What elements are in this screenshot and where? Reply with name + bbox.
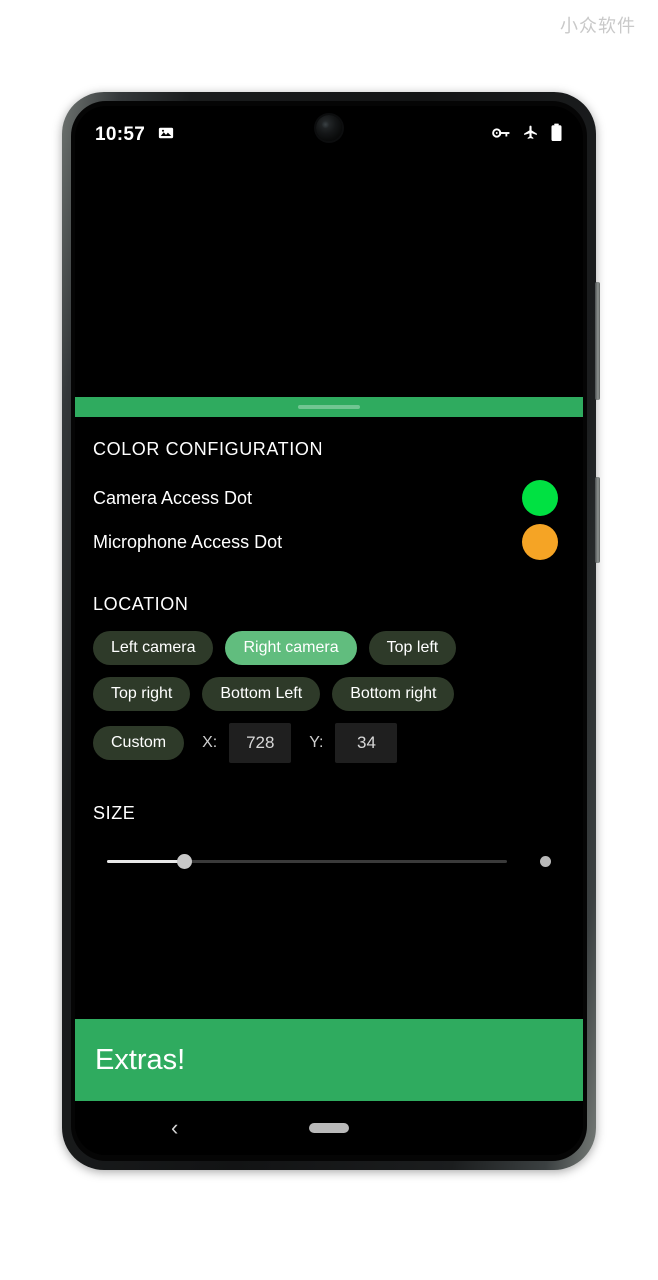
custom-x-label: X: <box>202 734 218 751</box>
image-icon <box>157 124 175 147</box>
chip-left-camera[interactable]: Left camera <box>93 631 214 665</box>
phone-frame: 10:57 COLOR CONFIGURATION Camera Access … <box>62 92 600 1170</box>
drag-grip-icon <box>298 405 360 409</box>
size-slider[interactable] <box>93 840 565 882</box>
sheet-content: COLOR CONFIGURATION Camera Access Dot Mi… <box>75 417 583 1019</box>
phone-screen: 10:57 COLOR CONFIGURATION Camera Access … <box>75 106 583 1155</box>
sheet-drag-handle[interactable] <box>75 397 583 417</box>
status-bar-notification-icons <box>157 124 175 147</box>
microphone-access-dot-color-swatch[interactable] <box>522 524 558 560</box>
battery-icon <box>550 123 563 147</box>
vpn-key-icon <box>492 125 511 146</box>
back-chevron-icon[interactable]: ‹ <box>171 1117 178 1139</box>
microphone-access-dot-label: Microphone Access Dot <box>93 531 283 552</box>
phone-bezel: 10:57 COLOR CONFIGURATION Camera Access … <box>71 101 587 1161</box>
slider-end-dot[interactable] <box>540 856 551 867</box>
extras-label: Extras! <box>95 1043 186 1076</box>
size-title: SIZE <box>93 803 136 823</box>
chip-top-left[interactable]: Top left <box>368 631 457 665</box>
location-section: LOCATION Left camera Right camera Top le… <box>93 594 565 763</box>
front-camera-icon <box>316 114 342 141</box>
chip-bottom-right[interactable]: Bottom right <box>332 677 455 711</box>
color-configuration-title: COLOR CONFIGURATION <box>93 439 324 459</box>
custom-x-input[interactable]: 728 <box>229 723 292 763</box>
power-button[interactable] <box>595 477 600 563</box>
airplane-mode-icon <box>522 124 539 146</box>
location-chip-row-1: Left camera Right camera Top left <box>93 631 565 665</box>
navigation-bar: ‹ <box>75 1101 583 1155</box>
location-chip-row-2: Top right Bottom Left Bottom right <box>93 677 565 711</box>
custom-y-label: Y: <box>309 734 324 751</box>
settings-bottom-sheet: COLOR CONFIGURATION Camera Access Dot Mi… <box>75 397 583 1155</box>
camera-access-dot-label: Camera Access Dot <box>93 487 253 508</box>
volume-button[interactable] <box>595 282 600 400</box>
home-indicator-pill[interactable] <box>309 1123 349 1133</box>
camera-access-dot-color-swatch[interactable] <box>522 480 558 516</box>
chip-top-right[interactable]: Top right <box>93 677 191 711</box>
status-bar-clock: 10:57 <box>95 124 146 145</box>
microphone-access-dot-row[interactable]: Microphone Access Dot <box>93 520 565 564</box>
chip-custom[interactable]: Custom <box>93 726 185 760</box>
status-bar-system-icons <box>492 123 563 147</box>
size-section: SIZE <box>93 803 565 882</box>
site-watermark: 小众软件 <box>560 16 636 37</box>
preview-area <box>75 164 583 397</box>
location-title: LOCATION <box>93 594 189 614</box>
color-configuration-section: COLOR CONFIGURATION Camera Access Dot Mi… <box>93 439 565 564</box>
camera-notch <box>291 106 367 146</box>
chip-bottom-left[interactable]: Bottom Left <box>202 677 321 711</box>
chip-right-camera[interactable]: Right camera <box>225 631 357 665</box>
location-chip-row-3: Custom X: 728 Y: 34 <box>93 723 565 763</box>
custom-y-input[interactable]: 34 <box>335 723 398 763</box>
extras-button[interactable]: Extras! <box>75 1019 583 1101</box>
slider-thumb[interactable] <box>177 854 192 869</box>
camera-access-dot-row[interactable]: Camera Access Dot <box>93 476 565 520</box>
